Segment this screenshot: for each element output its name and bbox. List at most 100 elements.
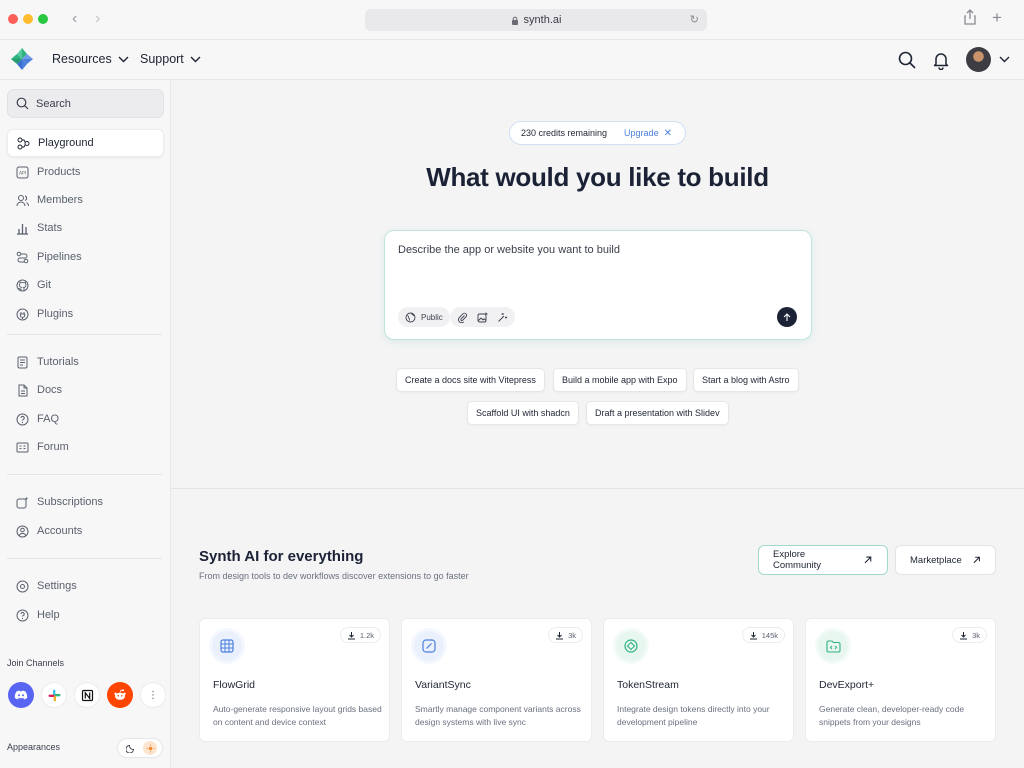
marketplace-button[interactable]: Marketplace <box>895 545 996 575</box>
image-upload-icon[interactable] <box>477 312 488 323</box>
explore-community-label: Explore Community <box>773 549 822 571</box>
svg-text:API: API <box>19 170 26 176</box>
extension-name: VariantSync <box>415 679 471 691</box>
sidebar-item-members[interactable]: Members <box>7 186 164 214</box>
extension-name: TokenStream <box>617 679 679 691</box>
back-arrow-icon[interactable]: ‹ <box>72 10 77 28</box>
sidebar-item-settings[interactable]: Settings <box>7 572 164 600</box>
sidebar-item-plugins[interactable]: Plugins <box>7 300 164 328</box>
avatar[interactable] <box>966 47 991 72</box>
variant-icon <box>414 631 444 661</box>
appearances-label: Appearances <box>7 742 61 752</box>
paperclip-icon[interactable] <box>457 312 468 323</box>
suggestion-chip[interactable]: Scaffold UI with shadcn <box>467 401 579 425</box>
prompt-box[interactable]: Describe the app or website you want to … <box>384 230 812 340</box>
join-channels-label: Join Channels <box>7 658 65 668</box>
sidebar-item-label: Subscriptions <box>37 496 104 508</box>
bell-icon[interactable] <box>931 50 951 70</box>
browser-toolbar: ‹ › synth.ai ↻ + <box>0 0 1024 40</box>
sidebar-item-playground[interactable]: Playground <box>7 129 164 157</box>
search-icon[interactable] <box>897 50 917 70</box>
notion-button[interactable] <box>74 682 100 708</box>
extension-card[interactable]: 3k VariantSync Smartly manage component … <box>401 618 592 742</box>
arrow-up-right-icon <box>864 556 872 564</box>
users-icon <box>16 194 29 206</box>
sidebar-item-forum[interactable]: Forum <box>7 433 164 461</box>
section-divider <box>171 488 1024 489</box>
prompt-input[interactable]: Describe the app or website you want to … <box>398 244 620 256</box>
section-title: Synth AI for everything <box>199 548 364 565</box>
address-bar[interactable]: synth.ai ↻ <box>365 9 707 31</box>
suggestion-chip[interactable]: Build a mobile app with Expo <box>553 368 687 392</box>
subscription-icon <box>16 496 29 508</box>
credits-text: 230 credits remaining <box>521 128 608 138</box>
more-channels-button[interactable]: ⋮ <box>140 682 166 708</box>
download-count-badge: 1.2k <box>339 627 381 643</box>
synth-logo[interactable] <box>10 47 34 71</box>
discord-button[interactable] <box>8 682 34 708</box>
chevron-down-icon <box>190 56 201 62</box>
attachment-tools <box>450 307 515 327</box>
sidebar-item-docs[interactable]: Docs <box>7 376 164 404</box>
suggestion-chip[interactable]: Create a docs site with Vitepress <box>396 368 545 392</box>
code-folder-icon <box>818 631 848 661</box>
extension-card[interactable]: 1.2k FlowGrid Auto-generate responsive l… <box>199 618 390 742</box>
pipeline-icon <box>16 251 29 263</box>
maximize-window-button[interactable] <box>38 14 48 24</box>
sidebar-item-help[interactable]: Help <box>7 601 164 629</box>
sidebar-item-stats[interactable]: Stats <box>7 214 164 242</box>
extension-description: Generate clean, developer-ready code sni… <box>819 704 965 727</box>
sidebar-item-faq[interactable]: FAQ <box>7 405 164 433</box>
extension-description: Integrate design tokens directly into yo… <box>617 704 770 727</box>
theme-toggle[interactable] <box>117 738 163 758</box>
forward-arrow-icon[interactable]: › <box>95 10 100 28</box>
question-icon <box>16 413 29 425</box>
resources-menu-label: Resources <box>52 52 112 66</box>
sidebar-divider <box>7 334 162 335</box>
sidebar-item-label: Settings <box>37 580 77 592</box>
share-icon[interactable] <box>963 9 977 29</box>
slack-button[interactable] <box>41 682 67 708</box>
visibility-toggle[interactable]: Public <box>398 307 450 327</box>
sidebar-item-tutorials[interactable]: Tutorials <box>7 348 164 376</box>
moon-icon <box>126 745 134 753</box>
magic-wand-icon[interactable] <box>497 312 508 323</box>
sidebar-item-label: Pipelines <box>37 251 82 263</box>
more-vertical-icon: ⋮ <box>148 689 158 701</box>
marketplace-label: Marketplace <box>910 554 962 566</box>
resources-menu[interactable]: Resources <box>52 52 129 66</box>
download-count: 145k <box>761 630 778 640</box>
sidebar-item-label: Playground <box>38 137 94 149</box>
close-icon[interactable]: ✕ <box>664 128 672 139</box>
sidebar-item-pipelines[interactable]: Pipelines <box>7 243 164 271</box>
api-icon: API <box>16 166 29 178</box>
search-input[interactable]: Search <box>7 89 164 118</box>
new-tab-icon[interactable]: + <box>992 8 1002 28</box>
extension-card[interactable]: 145k TokenStream Integrate design tokens… <box>603 618 794 742</box>
download-count-badge: 3k <box>548 627 583 643</box>
extension-card[interactable]: 3k DevExport+ Generate clean, developer-… <box>805 618 996 742</box>
bar-chart-icon <box>17 223 28 235</box>
explore-community-button[interactable]: Explore Community <box>758 545 888 575</box>
app-header: Resources Support <box>0 40 1024 80</box>
globe-icon <box>405 312 416 322</box>
close-window-button[interactable] <box>8 14 18 24</box>
sidebar-item-accounts[interactable]: Accounts <box>7 517 164 545</box>
suggestion-chip[interactable]: Start a blog with Astro <box>693 368 799 392</box>
sidebar-item-git[interactable]: Git <box>7 271 164 299</box>
minimize-window-button[interactable] <box>23 14 33 24</box>
support-menu[interactable]: Support <box>140 52 201 66</box>
lock-icon <box>511 16 518 25</box>
send-button[interactable] <box>777 307 797 327</box>
sidebar-item-subscriptions[interactable]: Subscriptions <box>7 488 164 516</box>
suggestion-chip[interactable]: Draft a presentation with Slidev <box>586 401 729 425</box>
account-chevron-down-icon[interactable] <box>999 56 1010 63</box>
sidebar-item-products[interactable]: API Products <box>7 158 164 186</box>
reddit-button[interactable] <box>107 682 133 708</box>
download-count: 1.2k <box>359 630 374 640</box>
arrow-up-right-icon <box>973 556 980 564</box>
upgrade-link[interactable]: Upgrade <box>624 128 659 138</box>
notion-icon <box>81 689 93 701</box>
sidebar-item-label: Forum <box>37 441 69 453</box>
reload-icon[interactable]: ↻ <box>690 13 699 26</box>
